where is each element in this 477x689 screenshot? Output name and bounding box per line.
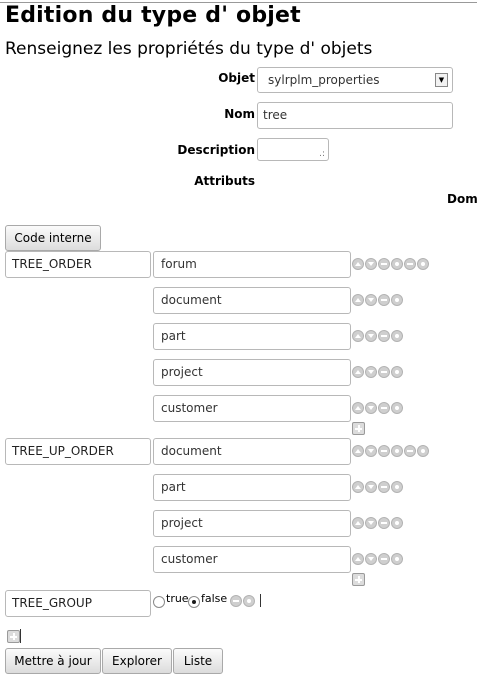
arrow-up-icon[interactable] (352, 294, 364, 306)
objet-select[interactable]: sylrplm_properties ▼ (257, 67, 453, 93)
minus-icon[interactable] (378, 366, 390, 378)
radio-true[interactable] (153, 596, 165, 608)
arrow-up-icon[interactable] (352, 330, 364, 342)
value-actions (352, 258, 430, 271)
arrow-up-icon[interactable] (352, 481, 364, 493)
value-actions (352, 294, 404, 307)
attribute-value-input[interactable]: project (153, 510, 351, 537)
minus-icon[interactable] (378, 517, 390, 529)
arrow-up-icon[interactable] (352, 517, 364, 529)
separator (20, 629, 21, 643)
page-title: Edition du type d' objet (5, 3, 301, 28)
arrow-down-icon[interactable] (365, 517, 377, 529)
attribute-value-input[interactable]: customer (153, 395, 351, 422)
value-actions (352, 366, 404, 379)
add-attribute-icon[interactable] (7, 630, 20, 643)
value-actions (352, 517, 404, 530)
attribute-key-input[interactable]: TREE_ORDER (5, 251, 151, 278)
delete-icon[interactable] (391, 553, 403, 565)
minus-icon[interactable] (378, 258, 390, 270)
resize-grip-icon[interactable]: .: (319, 150, 325, 159)
arrow-down-icon[interactable] (365, 553, 377, 565)
radio-false-label: false (201, 592, 228, 605)
description-label: Description (177, 143, 255, 157)
code-interne-button[interactable]: Code interne (5, 225, 101, 251)
arrow-down-icon[interactable] (365, 402, 377, 414)
arrow-up-icon[interactable] (352, 258, 364, 270)
minus-icon[interactable] (378, 553, 390, 565)
attribute-value-input[interactable]: part (153, 474, 351, 501)
value-actions (352, 481, 404, 494)
attribute-value-input[interactable]: forum (153, 251, 351, 278)
attribute-key-input[interactable]: TREE_GROUP (5, 590, 151, 617)
attribute-value-input[interactable]: part (153, 323, 351, 350)
delete-icon[interactable] (417, 445, 429, 457)
arrow-up-icon[interactable] (352, 553, 364, 565)
delete-icon[interactable] (391, 258, 403, 270)
radio-false[interactable] (188, 596, 200, 608)
value-actions (352, 402, 404, 415)
minus-icon[interactable] (378, 330, 390, 342)
delete-icon[interactable] (391, 330, 403, 342)
minus-icon[interactable] (404, 445, 416, 457)
arrow-down-icon[interactable] (365, 258, 377, 270)
arrow-down-icon[interactable] (365, 366, 377, 378)
delete-icon[interactable] (243, 595, 255, 607)
arrow-up-icon[interactable] (352, 366, 364, 378)
arrow-down-icon[interactable] (365, 294, 377, 306)
attribute-value-input[interactable]: project (153, 359, 351, 386)
attribute-value-input[interactable]: document (153, 438, 351, 465)
attribute-key-input[interactable]: TREE_UP_ORDER (5, 438, 151, 465)
arrow-down-icon[interactable] (365, 445, 377, 457)
minus-icon[interactable] (230, 595, 242, 607)
arrow-down-icon[interactable] (365, 330, 377, 342)
attribute-value-input[interactable]: document (153, 287, 351, 314)
domaine-label: Dom (447, 192, 477, 206)
list-button[interactable]: Liste (173, 648, 223, 674)
add-value-icon[interactable] (352, 422, 365, 435)
minus-icon[interactable] (404, 258, 416, 270)
attributs-label: Attributs (194, 174, 255, 188)
arrow-up-icon[interactable] (352, 402, 364, 414)
value-actions (352, 330, 404, 343)
value-actions (352, 445, 430, 458)
attribute-value-input[interactable]: customer (153, 546, 351, 573)
explore-button[interactable]: Explorer (102, 648, 172, 674)
delete-icon[interactable] (391, 481, 403, 493)
delete-icon[interactable] (417, 258, 429, 270)
delete-icon[interactable] (391, 294, 403, 306)
minus-icon[interactable] (378, 481, 390, 493)
description-textarea[interactable]: .: (257, 138, 329, 161)
arrow-up-icon[interactable] (352, 445, 364, 457)
page-subtitle: Renseignez les propriétés du type d' obj… (5, 39, 373, 59)
arrow-down-icon[interactable] (365, 481, 377, 493)
update-button[interactable]: Mettre à jour (5, 648, 101, 674)
add-value-icon[interactable] (352, 573, 365, 586)
value-actions (352, 553, 404, 566)
delete-icon[interactable] (391, 366, 403, 378)
minus-icon[interactable] (378, 402, 390, 414)
radio-true-label: true (166, 592, 189, 605)
delete-icon[interactable] (391, 402, 403, 414)
nom-label: Nom (224, 107, 255, 121)
objet-label: Objet (218, 71, 255, 85)
minus-icon[interactable] (378, 294, 390, 306)
minus-icon[interactable] (378, 445, 390, 457)
delete-icon[interactable] (391, 445, 403, 457)
separator (260, 594, 261, 607)
delete-icon[interactable] (391, 517, 403, 529)
objet-select-value: sylrplm_properties (268, 73, 380, 87)
value-actions (230, 595, 256, 608)
chevron-down-icon[interactable]: ▼ (435, 73, 448, 87)
nom-input[interactable]: tree (257, 102, 453, 129)
